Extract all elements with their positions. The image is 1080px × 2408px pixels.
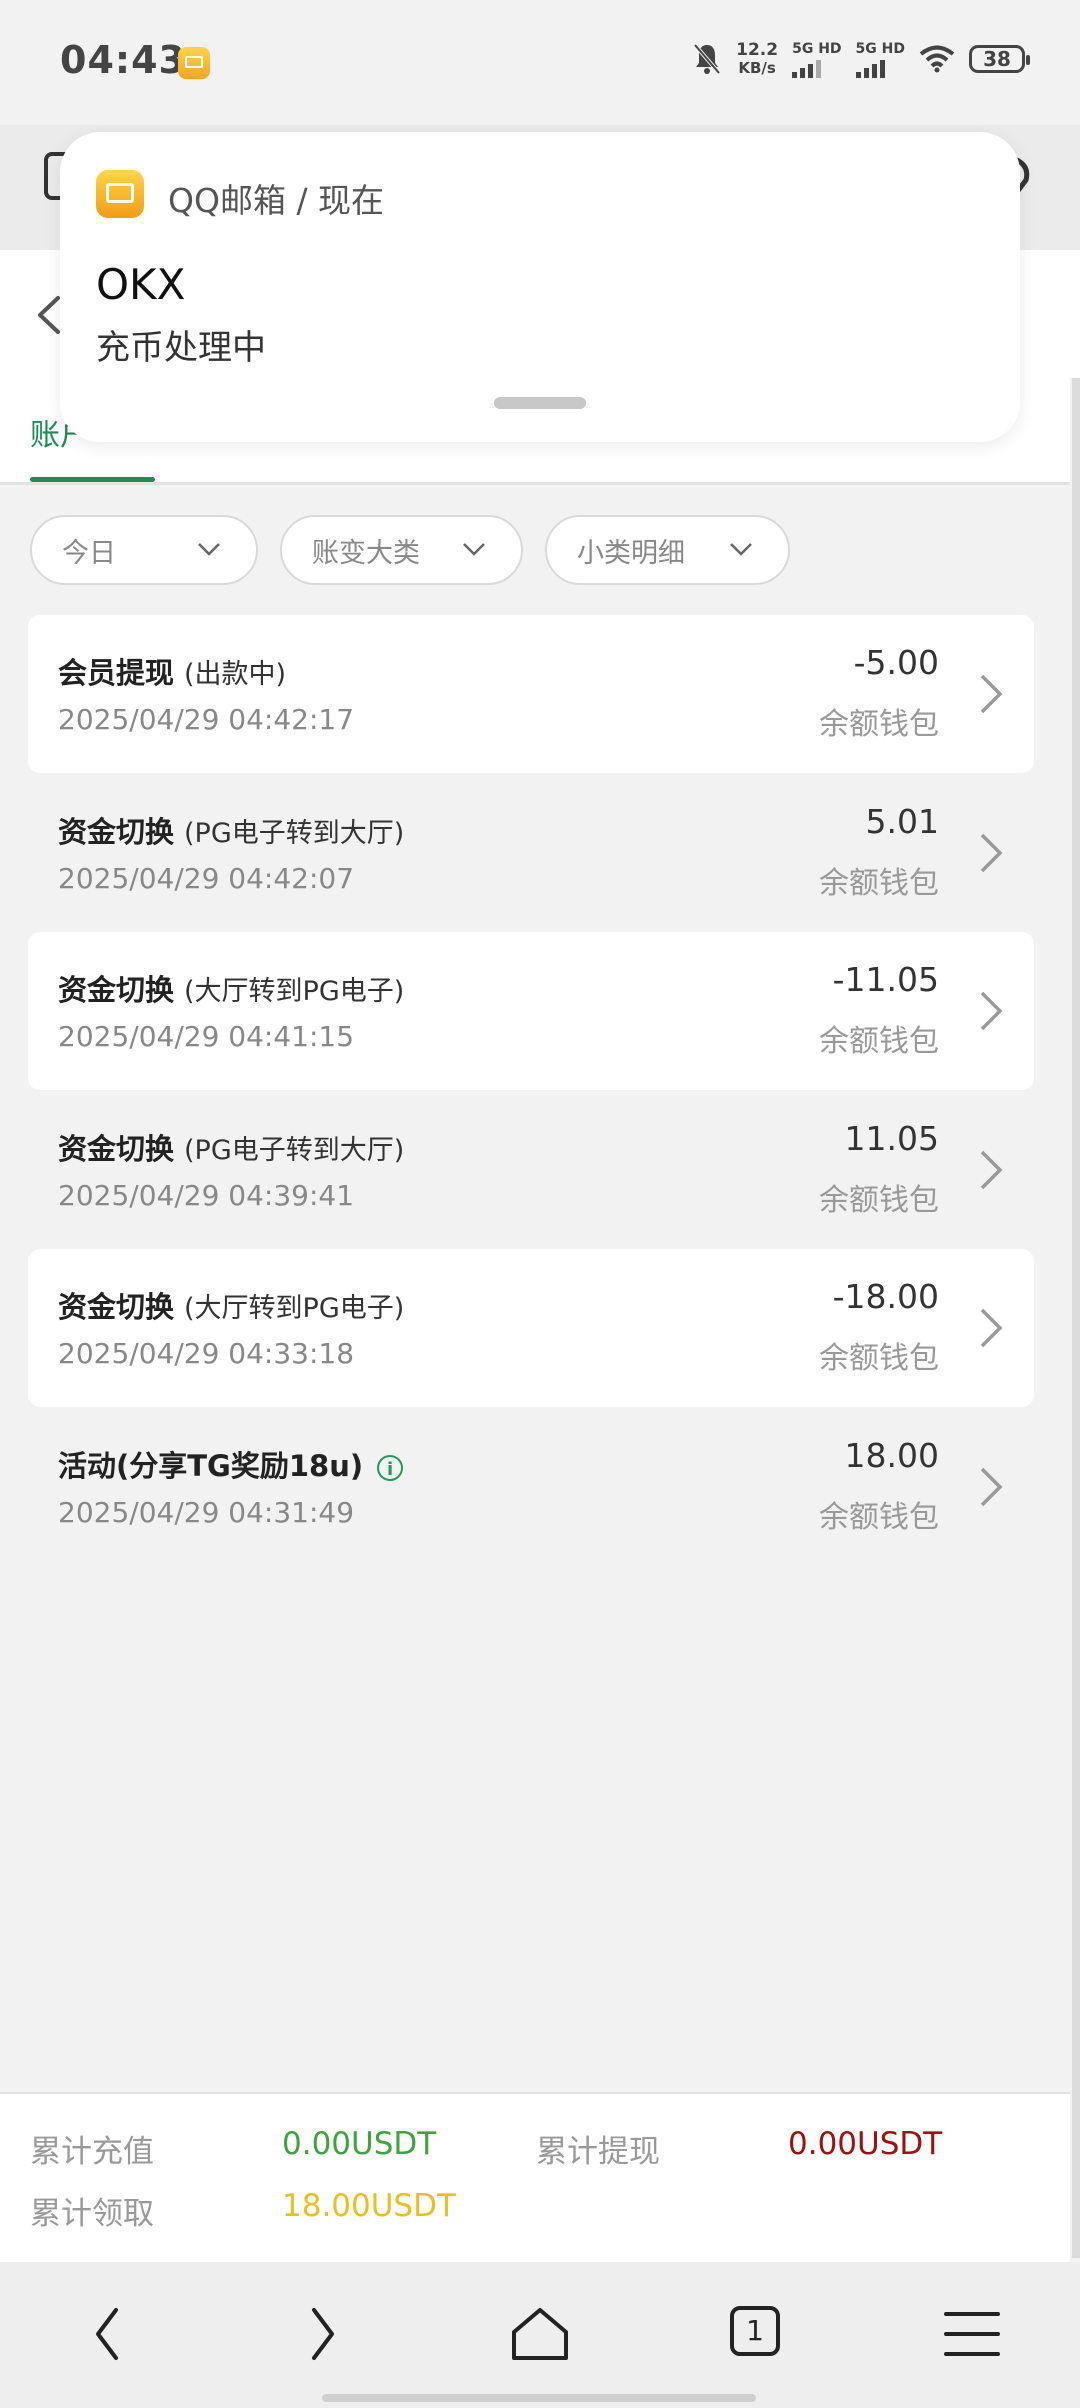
record-date: 2025/04/29 04:39:41 bbox=[58, 1179, 355, 1212]
withdraw-total-value: 0.00USDT bbox=[788, 2126, 943, 2162]
chevron-down-icon bbox=[198, 543, 220, 556]
info-icon[interactable]: i bbox=[377, 1455, 404, 1481]
chevron-down-icon bbox=[730, 543, 752, 556]
signal-bars-icon bbox=[855, 58, 905, 78]
record-type: 资金切换 bbox=[58, 1132, 175, 1166]
record-title: 资金切换 (大厅转到PG电子) bbox=[58, 1284, 404, 1326]
network-speed: 12.2 KB/s bbox=[736, 41, 778, 77]
net-speed-value: 12.2 bbox=[736, 40, 779, 60]
record-row[interactable]: 会员提现 (出款中) 2025/04/29 04:42:17 -5.00 余额钱包 bbox=[28, 615, 1034, 773]
notification-body: 充币处理中 bbox=[96, 328, 266, 368]
deposit-total-value: 0.00USDT bbox=[282, 2126, 437, 2162]
filter-category-label: 账变大类 bbox=[312, 537, 420, 569]
status-icons: 12.2 KB/s 5G HD 5G HD 38 bbox=[692, 40, 1030, 78]
record-title: 资金切换 (PG电子转到大厅) bbox=[58, 1126, 404, 1168]
record-date: 2025/04/29 04:31:49 bbox=[58, 1496, 355, 1529]
record-status: (PG电子转到大厅) bbox=[184, 1135, 405, 1166]
record-amount: 18.00 bbox=[844, 1436, 939, 1475]
summary-panel: 累计充值 0.00USDT 累计提现 0.00USDT 累计领取 18.00US… bbox=[0, 2092, 1070, 2264]
record-status: (出款中) bbox=[184, 659, 287, 690]
record-row[interactable]: 资金切换 (PG电子转到大厅) 2025/04/29 04:42:07 5.01 … bbox=[28, 774, 1034, 932]
chevron-down-icon bbox=[463, 543, 485, 556]
record-date: 2025/04/29 04:41:15 bbox=[58, 1020, 355, 1053]
chevron-right-icon bbox=[980, 674, 1003, 714]
record-amount: -5.00 bbox=[853, 643, 939, 682]
record-date: 2025/04/29 04:42:07 bbox=[58, 862, 355, 895]
nav-home-icon[interactable] bbox=[508, 2302, 572, 2366]
scrollbar[interactable] bbox=[1072, 378, 1080, 2258]
sim1-signal: 5G HD bbox=[792, 40, 842, 78]
tabs-count: 1 bbox=[730, 2306, 780, 2356]
browser-nav-bar: 1 bbox=[0, 2262, 1080, 2408]
wifi-icon bbox=[919, 45, 955, 73]
claim-total-label: 累计领取 bbox=[30, 2196, 154, 2232]
withdraw-total-label: 累计提现 bbox=[536, 2134, 660, 2170]
battery-icon: 38 bbox=[969, 45, 1030, 73]
chevron-right-icon bbox=[980, 833, 1003, 873]
record-amount: -11.05 bbox=[832, 960, 939, 999]
record-title: 活动(分享TG奖励18u) i bbox=[58, 1443, 404, 1485]
record-row[interactable]: 资金切换 (大厅转到PG电子) 2025/04/29 04:41:15 -11.0… bbox=[28, 932, 1034, 1090]
record-status: (大厅转到PG电子) bbox=[184, 1293, 405, 1324]
deposit-total-label: 累计充值 bbox=[30, 2134, 154, 2170]
sim2-signal: 5G HD bbox=[855, 40, 905, 78]
filter-subcategory-label: 小类明细 bbox=[577, 537, 685, 569]
filter-subcategory[interactable]: 小类明细 bbox=[545, 515, 790, 585]
record-row[interactable]: 活动(分享TG奖励18u) i 2025/04/29 04:31:49 18.00… bbox=[28, 1408, 1034, 1566]
record-title: 资金切换 (大厅转到PG电子) bbox=[58, 967, 404, 1009]
record-type: 活动(分享TG奖励18u) bbox=[58, 1449, 364, 1483]
filter-date-label: 今日 bbox=[62, 537, 116, 569]
status-time: 04:43 bbox=[60, 38, 186, 82]
record-wallet: 余额钱包 bbox=[819, 1500, 939, 1535]
record-status: (PG电子转到大厅) bbox=[184, 818, 405, 849]
notification-drag-handle[interactable] bbox=[494, 397, 586, 409]
record-type: 资金切换 bbox=[58, 815, 175, 849]
notification-app-name: QQ邮箱 / 现在 bbox=[168, 181, 385, 220]
record-date: 2025/04/29 04:33:18 bbox=[58, 1337, 355, 1370]
nav-tabs-button[interactable]: 1 bbox=[726, 2302, 790, 2366]
sim2-label: 5G HD bbox=[855, 41, 905, 57]
net-speed-unit: KB/s bbox=[738, 59, 776, 77]
qq-mail-app-icon bbox=[96, 170, 144, 218]
nav-menu-icon[interactable] bbox=[940, 2302, 1004, 2366]
chevron-right-icon bbox=[980, 1467, 1003, 1507]
record-title: 会员提现 (出款中) bbox=[58, 650, 286, 692]
record-type: 资金切换 bbox=[58, 1290, 175, 1324]
mute-bell-icon bbox=[693, 43, 721, 75]
home-indicator[interactable] bbox=[322, 2394, 756, 2402]
nav-forward-icon[interactable] bbox=[290, 2302, 354, 2366]
notification-banner[interactable]: QQ邮箱 / 现在 OKX 充币处理中 bbox=[60, 132, 1020, 442]
notification-title: OKX bbox=[96, 260, 186, 309]
record-amount: 5.01 bbox=[865, 802, 939, 841]
record-amount: 11.05 bbox=[844, 1119, 939, 1158]
record-amount: -18.00 bbox=[832, 1277, 939, 1316]
record-row[interactable]: 资金切换 (PG电子转到大厅) 2025/04/29 04:39:41 11.05… bbox=[28, 1091, 1034, 1249]
record-type: 资金切换 bbox=[58, 973, 175, 1007]
nav-back-icon[interactable] bbox=[76, 2302, 140, 2366]
signal-bars-icon bbox=[792, 58, 841, 78]
record-wallet: 余额钱包 bbox=[819, 866, 939, 901]
chevron-right-icon bbox=[980, 991, 1003, 1031]
sim1-label: 5G HD bbox=[792, 41, 842, 57]
record-wallet: 余额钱包 bbox=[819, 1183, 939, 1218]
record-wallet: 余额钱包 bbox=[819, 1341, 939, 1376]
mail-notification-icon bbox=[178, 47, 210, 79]
chevron-right-icon bbox=[980, 1308, 1003, 1348]
claim-total-value: 18.00USDT bbox=[282, 2188, 456, 2224]
record-type: 会员提现 bbox=[58, 656, 175, 690]
record-status: (大厅转到PG电子) bbox=[184, 976, 405, 1007]
chevron-right-icon bbox=[980, 1150, 1003, 1190]
tab-active-indicator bbox=[30, 477, 155, 482]
record-wallet: 余额钱包 bbox=[819, 1024, 939, 1059]
record-title: 资金切换 (PG电子转到大厅) bbox=[58, 809, 404, 851]
filter-category[interactable]: 账变大类 bbox=[280, 515, 523, 585]
filter-date[interactable]: 今日 bbox=[30, 515, 258, 585]
status-bar: 04:43 12.2 KB/s 5G HD 5G HD 38 bbox=[0, 0, 1080, 125]
record-wallet: 余额钱包 bbox=[819, 707, 939, 742]
record-row[interactable]: 资金切换 (大厅转到PG电子) 2025/04/29 04:33:18 -18.0… bbox=[28, 1249, 1034, 1407]
record-date: 2025/04/29 04:42:17 bbox=[58, 703, 355, 736]
